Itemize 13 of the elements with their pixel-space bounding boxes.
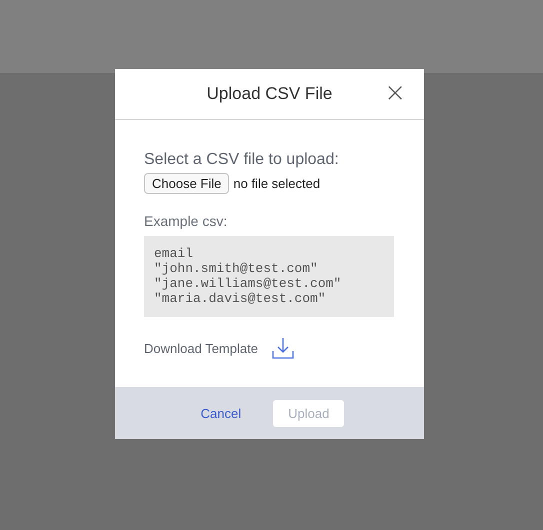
download-icon[interactable] <box>272 337 294 359</box>
code-line: "jane.williams@test.com" <box>154 276 342 291</box>
dialog-title: Upload CSV File <box>206 84 332 104</box>
code-line: email <box>154 246 194 261</box>
close-button[interactable]: × <box>384 80 406 106</box>
cancel-button[interactable]: Cancel <box>194 402 248 424</box>
download-template-link[interactable]: Download Template <box>144 340 258 356</box>
file-status: no file selected <box>233 176 320 191</box>
code-line: "maria.davis@test.com" <box>154 291 327 306</box>
choose-file-button[interactable]: Choose File <box>144 173 230 194</box>
example-label: Example csv: <box>144 213 228 229</box>
file-prompt: Select a CSV file to upload: <box>144 151 340 169</box>
code-line: "john.smith@test.com" <box>154 261 319 276</box>
